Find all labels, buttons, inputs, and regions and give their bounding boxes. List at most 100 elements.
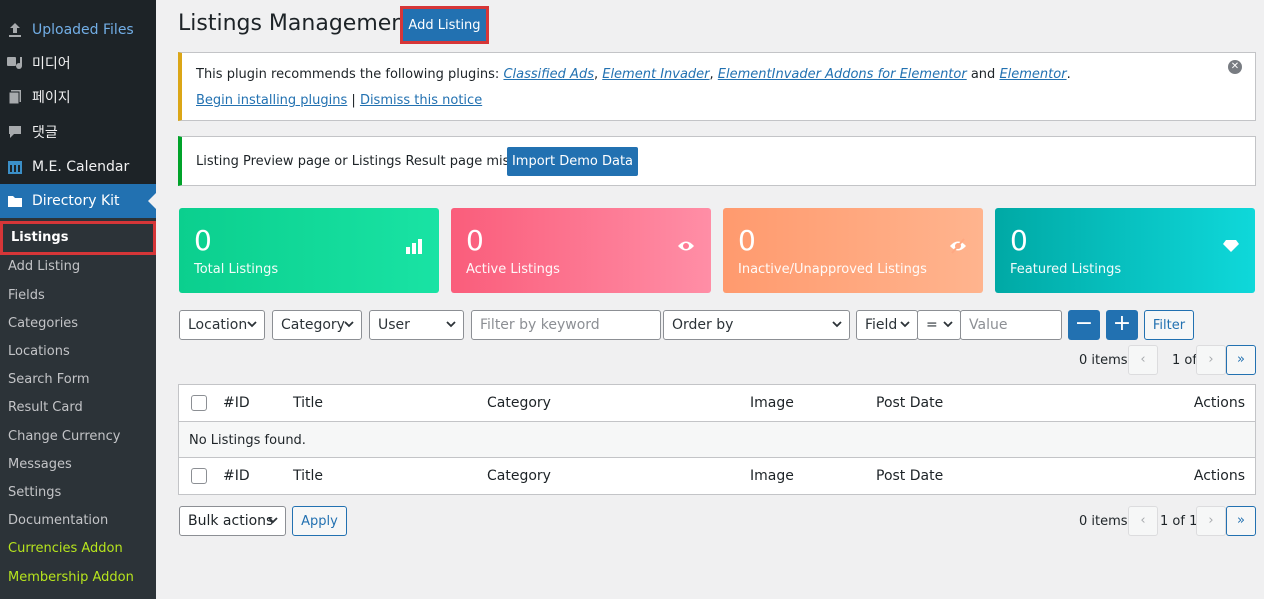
add-filter-button[interactable]: + [1106,310,1138,340]
submenu-add-listing[interactable]: Add Listing [8,255,80,279]
field-select-value: Field [865,317,898,333]
page-info: 1 of 1 [1160,514,1198,529]
category-select[interactable]: Category [272,310,362,340]
menu-pages[interactable]: 페이지 [0,80,156,114]
submenu-result-card[interactable]: Result Card [8,396,83,420]
column-footer-post-date[interactable]: Post Date [876,468,943,484]
begin-installing-link[interactable]: Begin installing plugins [196,93,347,108]
submenu-membership-addon[interactable]: Membership Addon [8,566,134,590]
next-page-button[interactable]: › [1196,345,1226,375]
category-select-value: Category [281,317,345,333]
column-header-actions: Actions [1193,395,1245,411]
menu-comments[interactable]: 댓글 [0,115,156,149]
eye-slash-icon [949,238,967,258]
stat-card-inactive: 0 Inactive/Unapproved Listings [723,208,983,293]
menu-uploaded-files[interactable]: Uploaded Files [0,13,156,47]
notice-sep: , [709,67,718,82]
items-count: 0 items [1079,353,1128,368]
stat-value: 0 [1010,224,1028,257]
bar-chart-icon [405,238,423,258]
notice-end: . [1066,67,1071,82]
menu-me-calendar[interactable]: M.E. Calendar [0,150,156,184]
chevron-down-icon [246,311,258,351]
column-header-category[interactable]: Category [487,395,551,411]
bulk-actions-select[interactable]: Bulk actions [179,506,286,536]
submenu-fields[interactable]: Fields [8,284,45,308]
stat-label: Featured Listings [1010,262,1122,277]
menu-label: 댓글 [32,125,58,141]
menu-media[interactable]: 미디어 [0,46,156,80]
media-icon [6,54,24,72]
plugin-link-classified-ads[interactable]: Classified Ads [503,67,594,82]
select-all-checkbox[interactable] [191,395,207,411]
user-select[interactable]: User [369,310,464,340]
prev-page-button[interactable]: ‹ [1128,506,1158,536]
menu-directory-kit[interactable]: Directory Kit [0,184,156,218]
filter-button[interactable]: Filter [1144,310,1194,340]
bulk-actions-value: Bulk actions [188,513,274,529]
table-footer-row: #ID Title Category Image Post Date Actio… [179,458,1255,494]
location-select[interactable]: Location [179,310,265,340]
value-input[interactable]: Value [960,310,1062,340]
location-select-value: Location [188,317,248,333]
folder-icon [6,192,24,210]
order-by-select[interactable]: Order by [663,310,850,340]
submenu-locations[interactable]: Locations [8,340,70,364]
select-all-checkbox-footer[interactable] [191,468,207,484]
dismiss-notice-link[interactable]: Dismiss this notice [360,93,482,108]
stat-label: Active Listings [466,262,560,277]
demo-data-notice: Listing Preview page or Listings Result … [178,136,1256,186]
operator-select[interactable]: = [917,310,961,340]
add-listing-button[interactable]: Add Listing [403,9,486,41]
stat-card-total: 0 Total Listings [179,208,439,293]
apply-button[interactable]: Apply [292,506,347,536]
keyword-filter-input[interactable]: Filter by keyword [471,310,661,340]
table-header-row: #ID Title Category Image Post Date Actio… [179,385,1255,421]
notice-sep: , [593,67,603,82]
chevron-down-icon [831,311,843,351]
column-footer-category[interactable]: Category [487,468,551,484]
submenu-categories[interactable]: Categories [8,312,78,336]
last-page-button[interactable]: » [1226,345,1256,375]
submenu-messages[interactable]: Messages [8,453,72,477]
column-header-title[interactable]: Title [293,395,323,411]
submenu-documentation[interactable]: Documentation [8,509,108,533]
notice-recommend-text: This plugin recommends the following plu… [196,67,1071,82]
column-header-post-date[interactable]: Post Date [876,395,943,411]
notice-and: and [966,67,1000,82]
submenu-change-currency[interactable]: Change Currency [8,425,120,449]
chevron-down-icon [343,311,355,351]
plugin-link-elementor[interactable]: Elementor [999,67,1066,82]
listings-table: #ID Title Category Image Post Date Actio… [178,384,1256,495]
column-footer-title[interactable]: Title [293,468,323,484]
field-select[interactable]: Field [856,310,918,340]
column-header-id[interactable]: #ID [223,395,250,411]
plugin-link-element-invader[interactable]: Element Invader [602,67,709,82]
column-footer-id[interactable]: #ID [223,468,250,484]
next-page-button[interactable]: › [1196,506,1226,536]
notice-missing-text: Listing Preview page or Listings Result … [196,154,537,169]
stat-value: 0 [738,224,756,257]
notice-actions: Begin installing plugins | Dismiss this … [196,93,482,108]
order-by-value: Order by [672,317,734,333]
chevron-down-icon [445,311,457,351]
stat-label: Total Listings [194,262,279,277]
submenu-settings[interactable]: Settings [8,481,61,505]
submenu-search-form[interactable]: Search Form [8,368,90,392]
upload-icon [6,21,24,39]
last-page-button[interactable]: » [1226,506,1256,536]
submenu-listings[interactable]: Listings [0,221,156,255]
operator-select-value: = [926,317,938,333]
remove-filter-button[interactable]: − [1068,310,1100,340]
close-icon[interactable]: ✕ [1228,60,1242,74]
notice-pipe: | [347,93,360,108]
import-demo-data-button[interactable]: Import Demo Data [507,147,638,176]
user-select-value: User [378,317,410,333]
page-icon [6,88,24,106]
chevron-down-icon [899,311,911,351]
prev-page-button[interactable]: ‹ [1128,345,1158,375]
stat-value: 0 [194,224,212,257]
submenu-currencies-addon[interactable]: Currencies Addon [8,537,123,561]
plugin-link-elementinvader-addons[interactable]: ElementInvader Addons for Elementor [718,67,967,82]
column-footer-image: Image [750,468,794,484]
